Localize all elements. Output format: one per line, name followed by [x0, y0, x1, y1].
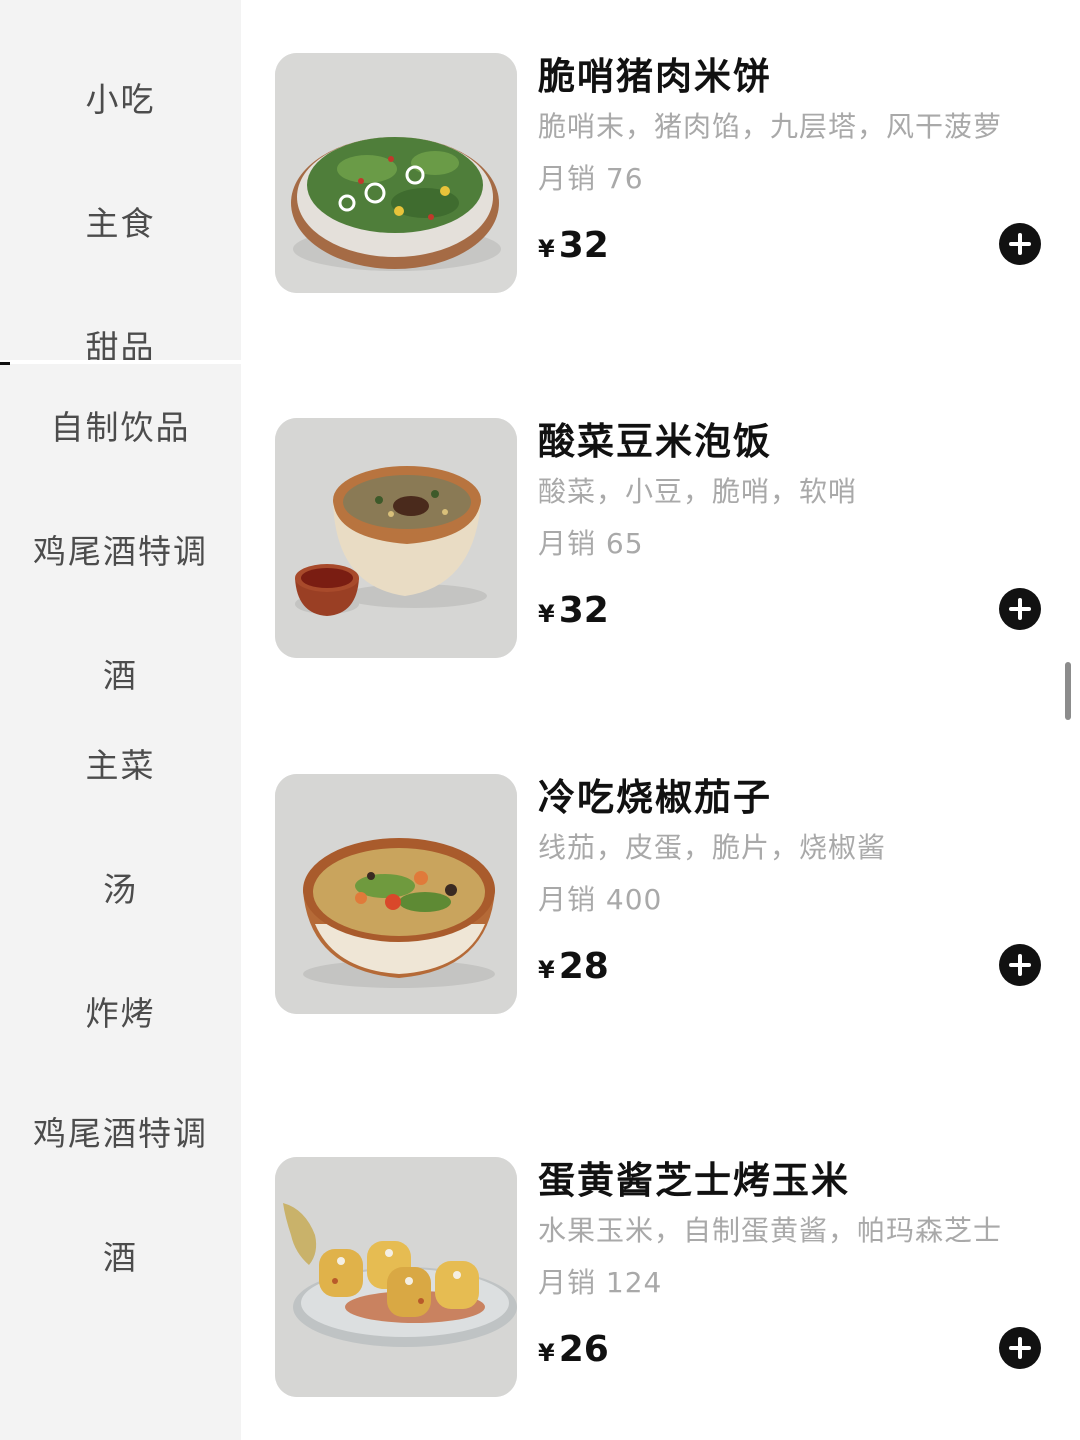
scrollbar[interactable] [1065, 662, 1071, 720]
add-to-cart-button[interactable] [999, 223, 1041, 265]
dish-name: 脆哨猪肉米饼 [538, 55, 772, 98]
price-amount: 26 [558, 1329, 609, 1370]
menu-item[interactable]: 酸菜豆米泡饭 酸菜，小豆，脆哨，软哨 月销 65 ¥32 [241, 418, 1080, 678]
monthly-sales: 月销 65 [538, 527, 644, 560]
dish-description: 酸菜，小豆，脆哨，软哨 [538, 475, 858, 508]
dish-description: 水果玉米，自制蛋黄酱，帕玛森芝士 [538, 1214, 1003, 1247]
price-amount: 28 [558, 946, 609, 987]
monthly-sales: 月销 124 [538, 1266, 663, 1299]
grilled-corn-photo[interactable] [275, 1157, 517, 1397]
currency-symbol: ¥ [538, 235, 555, 263]
price-amount: 32 [558, 590, 609, 631]
category-snacks[interactable]: 小吃 [0, 80, 241, 120]
dish-name: 蛋黄酱芝士烤玉米 [538, 1159, 850, 1202]
category-main-dishes[interactable]: 主菜 [0, 746, 241, 786]
dish-name: 酸菜豆米泡饭 [538, 420, 772, 463]
menu-item[interactable]: 蛋黄酱芝士烤玉米 水果玉米，自制蛋黄酱，帕玛森芝士 月销 124 ¥26 [241, 1157, 1080, 1417]
menu-item[interactable]: 冷吃烧椒茄子 线茄，皮蛋，脆片，烧椒酱 月销 400 ¥28 [241, 774, 1080, 1034]
dish-price: ¥26 [538, 1329, 609, 1370]
currency-symbol: ¥ [538, 956, 555, 984]
currency-symbol: ¥ [538, 1339, 555, 1367]
category-soup[interactable]: 汤 [0, 870, 241, 910]
category-homemade-drinks[interactable]: 自制饮品 [0, 408, 241, 448]
dish-price: ¥32 [538, 590, 609, 631]
add-to-cart-button[interactable] [999, 1327, 1041, 1369]
menu-item[interactable]: 脆哨猪肉米饼 脆哨末，猪肉馅，九层塔，风干菠萝 月销 76 ¥32 [241, 53, 1080, 313]
add-to-cart-button[interactable] [999, 944, 1041, 986]
currency-symbol: ¥ [538, 600, 555, 628]
add-to-cart-button[interactable] [999, 588, 1041, 630]
dish-description: 脆哨末，猪肉馅，九层塔，风干菠萝 [538, 110, 1003, 143]
category-cocktails-2[interactable]: 鸡尾酒特调 [0, 1114, 241, 1154]
monthly-sales: 月销 76 [538, 162, 644, 195]
dish-description: 线茄，皮蛋，脆片，烧椒酱 [538, 831, 887, 864]
category-liquor-2[interactable]: 酒 [0, 1238, 241, 1278]
category-sidebar: 小吃 主食 甜品 自制饮品 鸡尾酒特调 酒 主菜 汤 炸烤 鸡尾酒特调 酒 [0, 0, 241, 1440]
divider-marker [0, 362, 10, 365]
eggplant-bowl-photo[interactable] [275, 774, 517, 1014]
dish-price: ¥28 [538, 946, 609, 987]
soup-bowl-photo[interactable] [275, 418, 517, 658]
category-staples[interactable]: 主食 [0, 204, 241, 244]
category-fried-grilled[interactable]: 炸烤 [0, 994, 241, 1034]
dish-name: 冷吃烧椒茄子 [538, 776, 772, 819]
monthly-sales: 月销 400 [538, 883, 663, 916]
menu-list: 脆哨猪肉米饼 脆哨末，猪肉馅，九层塔，风干菠萝 月销 76 ¥32 酸菜豆米泡饭… [241, 0, 1080, 1440]
category-cocktails[interactable]: 鸡尾酒特调 [0, 532, 241, 572]
pizza-photo[interactable] [275, 53, 517, 293]
dish-price: ¥32 [538, 225, 609, 266]
category-liquor[interactable]: 酒 [0, 656, 241, 696]
price-amount: 32 [558, 225, 609, 266]
section-divider [0, 360, 241, 364]
